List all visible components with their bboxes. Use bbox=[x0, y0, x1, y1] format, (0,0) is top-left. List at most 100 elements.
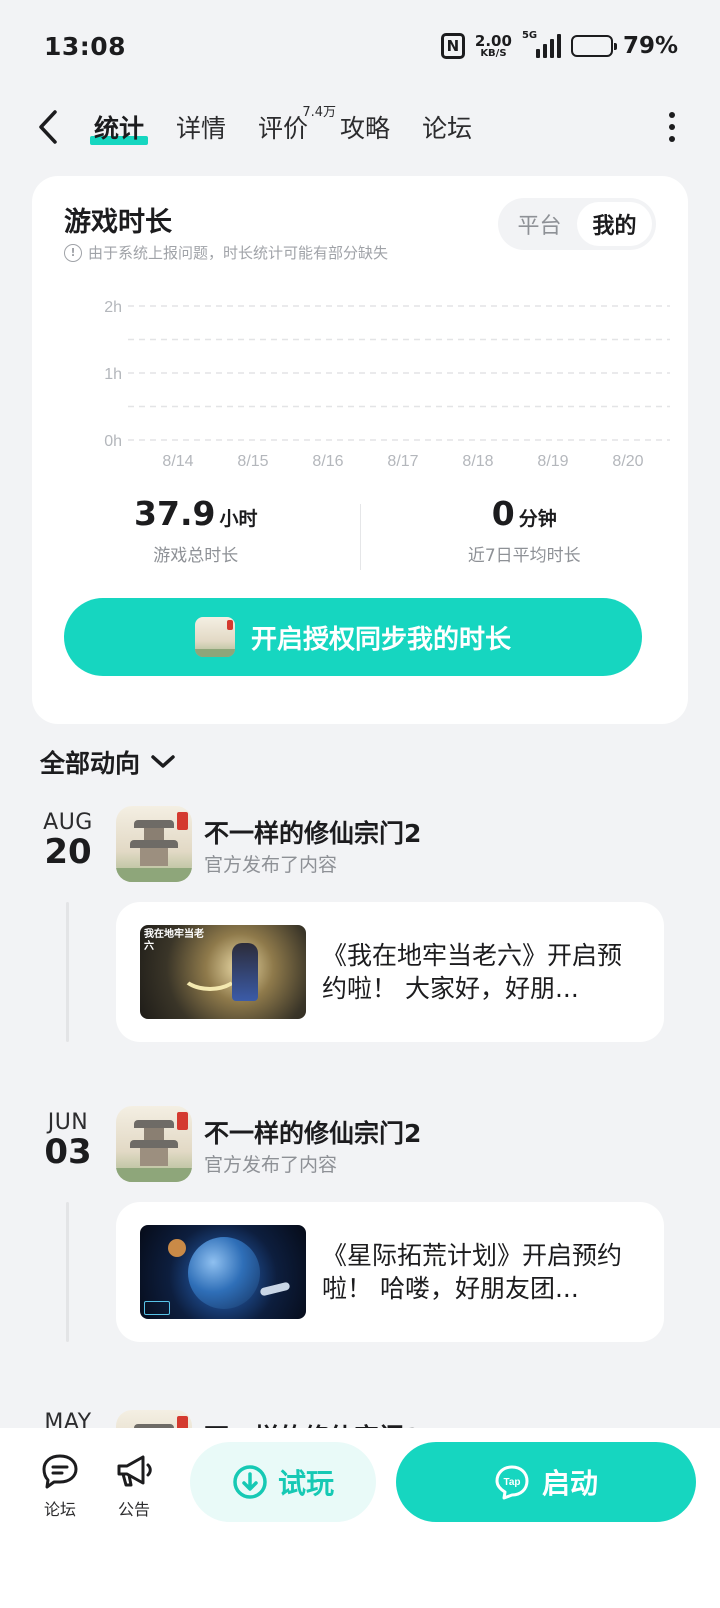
avg-playtime: 0 分钟 近7日平均时长 bbox=[361, 494, 689, 594]
game-title[interactable]: 不一样的修仙宗门2 bbox=[204, 1418, 421, 1428]
feed-day: 20 bbox=[44, 832, 92, 872]
forum-button[interactable]: 论坛 bbox=[30, 1452, 90, 1520]
playtime-chart: 0h 1h 2h 8/14 8/15 8/16 8/17 8/18 8/19 8/20 bbox=[104, 299, 670, 470]
notice-button[interactable]: 公告 bbox=[104, 1452, 164, 1520]
tab-label: 评价 bbox=[258, 114, 309, 143]
launch-button[interactable]: Tap 启动 bbox=[396, 1442, 696, 1522]
game-title[interactable]: 不一样的修仙宗门2 bbox=[204, 814, 421, 850]
avg-playtime-label: 近7日平均时长 bbox=[467, 546, 581, 566]
net-speed: 2.00 KB/S bbox=[474, 31, 512, 59]
more-dot bbox=[669, 124, 675, 130]
feed-filter-label: 全部动向 bbox=[40, 749, 141, 778]
chart-y-tick: 1h bbox=[104, 366, 122, 383]
more-menu-button[interactable] bbox=[652, 107, 692, 147]
chevron-left-icon bbox=[39, 110, 57, 144]
game-title[interactable]: 不一样的修仙宗门2 bbox=[204, 1114, 421, 1150]
card-title: 游戏时长 bbox=[64, 207, 172, 238]
timeline-line bbox=[66, 1202, 69, 1342]
battery-percent: 79% bbox=[622, 33, 678, 59]
feed-date: AUG 20 bbox=[40, 810, 96, 871]
tab-stats[interactable]: 统计 bbox=[78, 97, 160, 157]
feed-filter[interactable]: 全部动向 bbox=[40, 740, 176, 784]
feed-day: 03 bbox=[44, 1132, 92, 1172]
status-bar: 13:08 N 2.00 KB/S 5G 79% bbox=[0, 0, 720, 92]
chevron-down-icon bbox=[151, 755, 175, 768]
net-speed-unit: KB/S bbox=[480, 47, 507, 59]
tab-forum[interactable]: 论坛 bbox=[406, 97, 488, 157]
chart-x-tick: 8/17 bbox=[387, 453, 418, 470]
tab-label: 攻略 bbox=[340, 114, 391, 143]
game-icon[interactable] bbox=[116, 1106, 192, 1182]
feed-item: JUN 03 不一样的修仙宗门2 官方发布了内容 《星际拓荒计划》开启预约啦！ … bbox=[0, 1106, 720, 1346]
try-play-button[interactable]: 试玩 bbox=[190, 1442, 376, 1522]
try-play-label: 试玩 bbox=[277, 1467, 334, 1500]
tab-guides[interactable]: 攻略 bbox=[324, 97, 406, 157]
card-note-text: 由于系统上报问题，时长统计可能有部分缺失 bbox=[88, 244, 389, 262]
chat-bubble-icon bbox=[42, 1454, 78, 1489]
feed-date: MAY bbox=[40, 1410, 96, 1428]
game-icon[interactable] bbox=[116, 806, 192, 882]
feed-month: MAY bbox=[44, 1410, 92, 1428]
chart-y-tick: 2h bbox=[104, 299, 122, 316]
tab-label: 统计 bbox=[94, 114, 145, 143]
feed-item-partial: MAY 不一样的修仙宗门2 bbox=[0, 1404, 720, 1428]
post-card[interactable]: 我在地牢当老六 《我在地牢当老六》开启预约啦！ 大家好，好朋... bbox=[116, 902, 664, 1042]
playtime-card: 游戏时长 ! 由于系统上报问题，时长统计可能有部分缺失 平台 我的 0h 1h 2h… bbox=[32, 176, 688, 724]
scope-toggle: 平台 我的 bbox=[498, 198, 656, 250]
more-dot bbox=[669, 136, 675, 142]
taptap-logo-text: Tap bbox=[503, 1477, 520, 1488]
feed-action: 官方发布了内容 bbox=[204, 1154, 338, 1176]
notice-button-label: 公告 bbox=[117, 1500, 150, 1519]
status-time: 13:08 bbox=[44, 31, 127, 61]
network-type: 5G bbox=[521, 30, 538, 41]
post-card[interactable]: 《星际拓荒计划》开启预约啦！ 哈喽，好朋友团... bbox=[116, 1202, 664, 1342]
total-playtime: 37.9 小时 游戏总时长 bbox=[32, 494, 360, 594]
info-icon: ! bbox=[64, 243, 82, 262]
feed-item: AUG 20 不一样的修仙宗门2 官方发布了内容 我在地牢当老六 《我在地牢当老… bbox=[0, 806, 720, 1046]
toggle-mine[interactable]: 我的 bbox=[577, 202, 652, 246]
top-nav: 统计 详情 评价 7.4万 攻略 论坛 bbox=[0, 92, 720, 162]
battery-icon bbox=[570, 35, 617, 57]
tab-bar: 统计 详情 评价 7.4万 攻略 论坛 bbox=[78, 97, 488, 157]
chart-x-tick: 8/19 bbox=[537, 453, 568, 470]
nfc-icon: N bbox=[440, 33, 465, 59]
playtime-stats: 37.9 小时 游戏总时长 0 分钟 近7日平均时长 bbox=[32, 494, 688, 594]
tab-reviews[interactable]: 评价 7.4万 bbox=[242, 97, 336, 157]
total-playtime-label: 游戏总时长 bbox=[153, 546, 239, 566]
net-speed-value: 2.00 bbox=[474, 31, 512, 50]
post-text: 《星际拓荒计划》开启预约啦！ 哈喽，好朋友团... bbox=[322, 1241, 623, 1303]
launch-label: 启动 bbox=[541, 1467, 598, 1500]
back-button[interactable] bbox=[28, 107, 68, 147]
sync-button-label: 开启授权同步我的时长 bbox=[250, 624, 511, 655]
chart-x-tick: 8/20 bbox=[612, 453, 643, 470]
post-thumbnail bbox=[140, 1225, 306, 1319]
status-icons: N 2.00 KB/S 5G 79% bbox=[440, 30, 678, 59]
total-playtime-unit: 小时 bbox=[219, 508, 258, 530]
feed-action: 官方发布了内容 bbox=[204, 854, 338, 876]
post-thumbnail: 我在地牢当老六 bbox=[140, 925, 306, 1019]
total-playtime-value: 37.9 bbox=[134, 494, 216, 533]
game-icon bbox=[194, 617, 235, 657]
tab-details[interactable]: 详情 bbox=[160, 97, 242, 157]
feed-item: MAY 不一样的修仙宗门2 bbox=[0, 1410, 720, 1428]
tab-label: 详情 bbox=[176, 114, 227, 143]
bottom-action-bar: 论坛 公告 试玩 Tap 启动 bbox=[0, 1428, 720, 1608]
chart-x-tick: 8/18 bbox=[462, 453, 493, 470]
megaphone-icon bbox=[117, 1455, 152, 1487]
avg-playtime-value: 0 bbox=[491, 494, 515, 533]
game-icon[interactable] bbox=[116, 1410, 192, 1428]
forum-button-label: 论坛 bbox=[43, 1500, 76, 1519]
chart-x-tick: 8/16 bbox=[312, 453, 343, 470]
card-note: ! 由于系统上报问题，时长统计可能有部分缺失 bbox=[64, 242, 388, 263]
chart-x-tick: 8/14 bbox=[162, 453, 193, 470]
toggle-platform[interactable]: 平台 bbox=[502, 202, 577, 246]
chart-x-tick: 8/15 bbox=[237, 453, 268, 470]
feed-date: JUN 03 bbox=[40, 1110, 96, 1171]
more-dots-icon bbox=[669, 112, 675, 118]
chart-y-tick: 0h bbox=[104, 433, 122, 450]
post-text: 《我在地牢当老六》开启预约啦！ 大家好，好朋... bbox=[322, 941, 623, 1003]
sync-playtime-button[interactable]: 开启授权同步我的时长 bbox=[64, 598, 642, 676]
avg-playtime-unit: 分钟 bbox=[518, 508, 557, 530]
taptap-logo-icon: Tap bbox=[495, 1465, 529, 1500]
download-icon bbox=[233, 1465, 267, 1499]
